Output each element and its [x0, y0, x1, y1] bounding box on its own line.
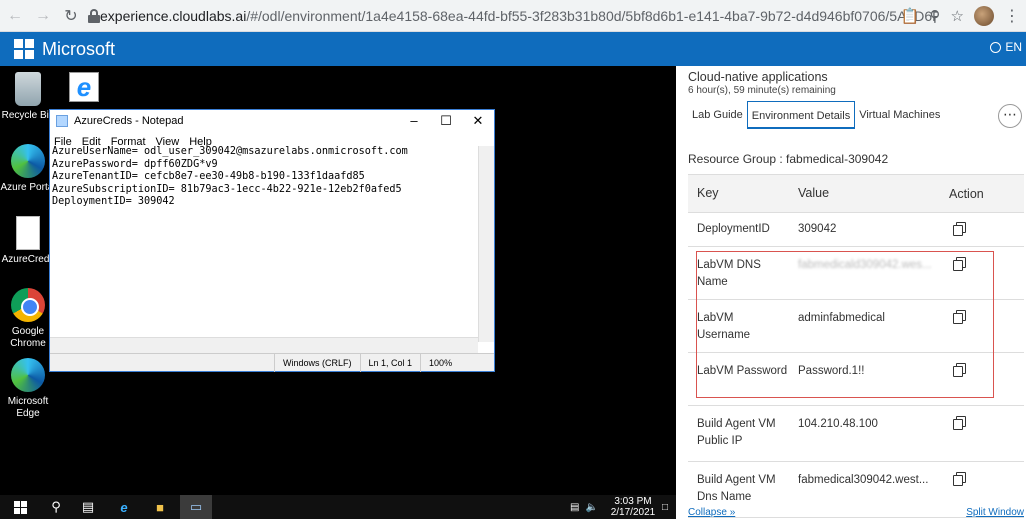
- desktop-icon-google-chrome[interactable]: Google Chrome: [0, 288, 56, 350]
- close-icon[interactable]: ✕: [462, 113, 494, 129]
- status-zoom: 100%: [420, 353, 460, 372]
- table-row: Build Agent VM Public IP 104.210.48.100: [688, 406, 1024, 462]
- url-host: experience.cloudlabs.ai: [100, 8, 247, 24]
- header-action: Action: [949, 186, 984, 201]
- clock[interactable]: 3:03 PM 2/17/2021: [608, 496, 658, 518]
- browser-toolbar: ← → ↻ experience.cloudlabs.ai/#/odl/envi…: [0, 0, 1026, 32]
- bookmark-star-icon[interactable]: ☆: [951, 7, 964, 25]
- lab-details-panel: Cloud-native applications 6 hour(s), 59 …: [676, 66, 1026, 519]
- desktop-icon-microsoft-edge[interactable]: Microsoft Edge: [0, 358, 56, 420]
- desktop-icon-azurecreds[interactable]: AzureCreds: [0, 216, 56, 266]
- panel-footer: Collapse » Split Window: [688, 507, 1024, 518]
- tab-lab-guide[interactable]: Lab Guide: [688, 101, 747, 129]
- desktop-icon-label: Google Chrome: [10, 326, 46, 349]
- forward-arrow-icon[interactable]: →: [30, 3, 56, 29]
- text-document-icon: [16, 216, 40, 250]
- desktop-icon-label: Microsoft Edge: [7, 396, 49, 419]
- desktop-icon-label: Recycle Bin: [1, 110, 55, 121]
- browser-menu-icon[interactable]: ⋮: [1004, 6, 1020, 26]
- tab-virtual-machines[interactable]: Virtual Machines: [855, 101, 944, 129]
- more-options-button[interactable]: ⋯: [998, 104, 1022, 128]
- network-icon[interactable]: ▤: [570, 502, 579, 513]
- highlight-annotation-box: [696, 251, 994, 398]
- row-key: DeploymentID: [697, 223, 770, 235]
- collapse-link[interactable]: Collapse »: [688, 507, 735, 518]
- resource-group-label: Resource Group : fabmedical-309042: [688, 152, 889, 166]
- header-key: Key: [697, 186, 719, 200]
- ie-taskbar-icon[interactable]: e: [108, 495, 140, 519]
- status-encoding: Windows (CRLF): [274, 353, 360, 372]
- microsoft-header: Microsoft EN: [0, 32, 1026, 66]
- tab-environment-details[interactable]: Environment Details: [746, 101, 856, 129]
- panel-tabs: Lab Guide Environment Details Virtual Ma…: [688, 101, 944, 129]
- row-key: Build Agent VM Public IP: [697, 418, 776, 447]
- desktop-icon-azure-portal[interactable]: Azure Portal: [0, 144, 56, 194]
- notepad-statusbar: Windows (CRLF) Ln 1, Col 1 100%: [50, 353, 494, 372]
- volume-icon[interactable]: 🔈: [586, 502, 598, 513]
- globe-icon: [990, 41, 1002, 53]
- start-button[interactable]: [4, 495, 36, 519]
- desktop-icon-label: Azure Portal: [0, 182, 56, 193]
- lab-title: Cloud-native applications: [688, 70, 828, 84]
- profile-avatar[interactable]: [974, 6, 994, 26]
- language-selector[interactable]: EN: [990, 40, 1022, 54]
- azure-portal-edge-icon: [11, 144, 45, 178]
- clipboard-icon[interactable]: 📋: [901, 7, 920, 25]
- search-icon[interactable]: ⚲: [40, 495, 72, 519]
- status-position: Ln 1, Col 1: [359, 353, 421, 372]
- notification-icon[interactable]: □: [662, 502, 668, 513]
- notepad-title: AzureCreds - Notepad: [74, 115, 184, 127]
- brand-title: Microsoft: [42, 38, 116, 59]
- recycle-bin-icon: [15, 72, 41, 106]
- language-label: EN: [1005, 40, 1022, 54]
- notepad-window[interactable]: AzureCreds - Notepad – ☐ ✕ File Edit For…: [49, 109, 495, 372]
- url-path: /#/odl/environment/1a4e4158-68ea-44fd-bf…: [246, 8, 938, 24]
- internet-explorer-icon: [69, 72, 99, 102]
- header-value: Value: [798, 186, 830, 200]
- file-explorer-icon[interactable]: ■: [144, 495, 176, 519]
- microsoft-logo-icon: [14, 39, 34, 59]
- copy-icon[interactable]: [953, 472, 966, 486]
- vertical-scrollbar[interactable]: [478, 146, 494, 342]
- maximize-icon[interactable]: ☐: [430, 113, 462, 129]
- minimize-icon[interactable]: –: [398, 113, 430, 129]
- desktop-icon-label: AzureCreds: [1, 254, 55, 265]
- address-bar[interactable]: experience.cloudlabs.ai/#/odl/environmen…: [88, 4, 938, 28]
- zoom-icon[interactable]: ⚲: [930, 7, 941, 25]
- table-header-row: Key Value Action: [688, 175, 1024, 213]
- chrome-icon: [11, 288, 45, 322]
- notepad-text-area[interactable]: AzureUserName= odl_user_309042@msazurela…: [52, 146, 480, 350]
- desktop-icon-recycle-bin[interactable]: Recycle Bin: [0, 72, 56, 122]
- notepad-taskbar-icon[interactable]: ▭: [180, 495, 212, 519]
- horizontal-scrollbar[interactable]: [50, 337, 478, 353]
- row-value: 309042: [798, 223, 837, 235]
- time-remaining: 6 hour(s), 59 minute(s) remaining: [688, 85, 836, 96]
- windows-taskbar: ⚲ ▤ e ■ ▭ ▤ 🔈 3:03 PM 2/17/2021 □: [0, 495, 676, 519]
- notepad-titlebar[interactable]: AzureCreds - Notepad – ☐ ✕: [50, 110, 494, 132]
- clock-date: 2/17/2021: [610, 507, 656, 518]
- windows-logo-icon: [13, 500, 27, 514]
- copy-icon[interactable]: [953, 416, 966, 430]
- split-window-link[interactable]: Split Window: [966, 507, 1024, 518]
- table-row: DeploymentID 309042: [688, 213, 1024, 247]
- back-arrow-icon[interactable]: ←: [2, 3, 28, 29]
- edge-icon: [11, 358, 45, 392]
- system-tray: ▤ 🔈 3:03 PM 2/17/2021 □: [570, 495, 676, 519]
- row-value: 104.210.48.100: [798, 418, 878, 430]
- task-view-icon[interactable]: ▤: [72, 495, 104, 519]
- notepad-icon: [56, 115, 68, 127]
- reload-icon[interactable]: ↻: [58, 3, 84, 29]
- desktop-icon-ie[interactable]: [56, 72, 112, 106]
- copy-icon[interactable]: [953, 221, 966, 236]
- clock-time: 3:03 PM: [614, 496, 652, 507]
